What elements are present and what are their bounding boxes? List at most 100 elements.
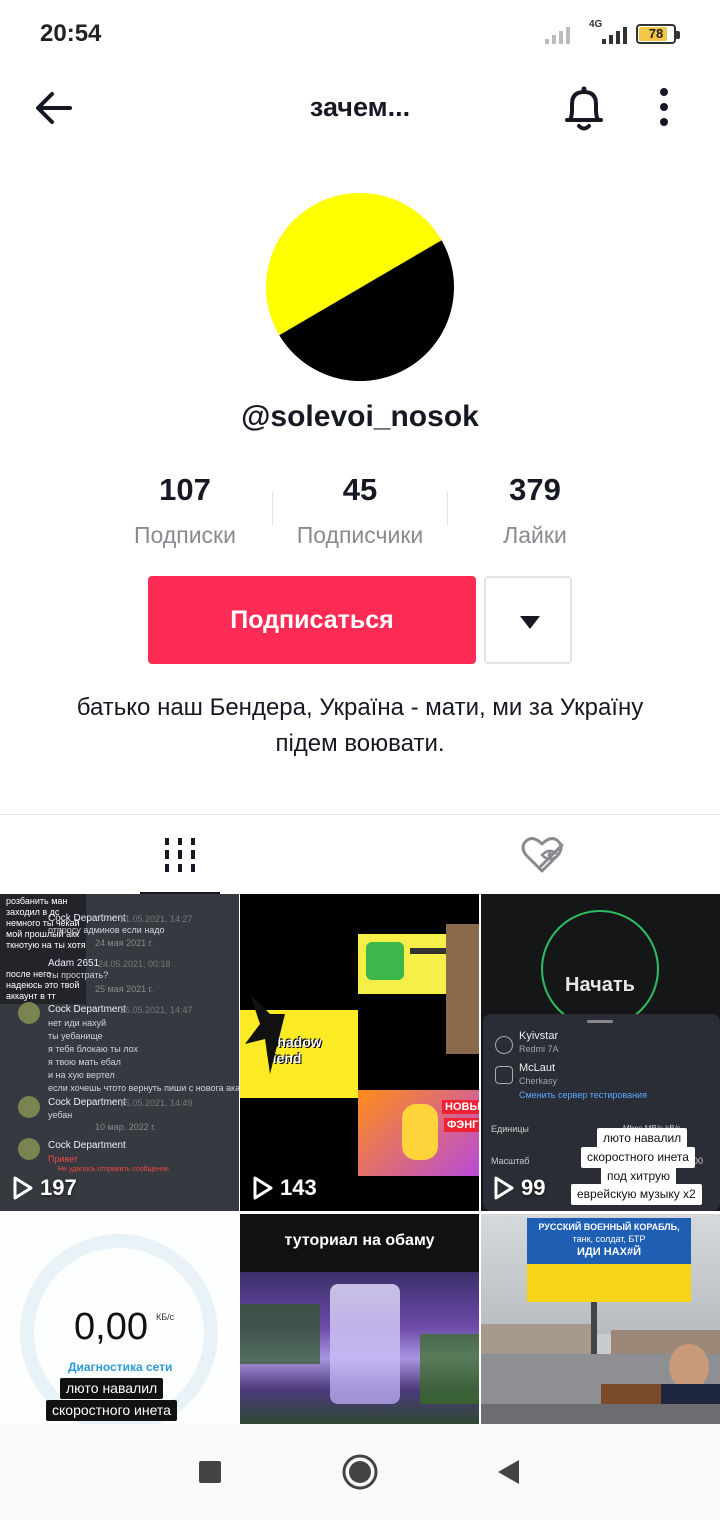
chat-text: розбанить ман [6, 896, 68, 906]
view-count-text: 99 [521, 1175, 546, 1200]
stat-followers-count: 45 [342, 472, 378, 507]
follow-button[interactable]: Подписаться [148, 576, 476, 664]
stat-likes-count: 379 [509, 472, 561, 507]
more-vertical-icon [660, 88, 668, 126]
stat-following[interactable]: 107 Подписки [85, 472, 285, 549]
signal-icon-sim2 [602, 24, 627, 44]
ground [481, 1404, 720, 1424]
view-count: 99 [493, 1175, 545, 1201]
play-icon [13, 1176, 33, 1200]
chat-author: Cock Department [48, 1004, 126, 1015]
chat-message: ты уебанище [48, 1031, 103, 1041]
chat-text: после него [6, 969, 52, 979]
chat-date: 10 мар. 2022 г. [95, 1122, 156, 1132]
video-caption: лютo навалил [60, 1378, 164, 1399]
chat-avatar [18, 1002, 40, 1024]
video-caption: скоростного инета [581, 1147, 695, 1168]
video-thumbnail[interactable]: РУССКИЙ ВОЕННЫЙ КОРАБЛЬ, танк, солдат, Б… [481, 1214, 720, 1424]
speedtest-units-label: Единицы [491, 1124, 529, 1134]
speedtest-device: Redmi 7A [519, 1044, 559, 1054]
chat-message: ты прострать? [48, 970, 109, 980]
back-nav-button[interactable] [486, 1448, 534, 1496]
chat-date: 25 мая 2021 г. [95, 984, 154, 994]
suggested-accounts-button[interactable] [484, 576, 572, 664]
video-caption: еврейскую музыку x2 [571, 1184, 702, 1205]
chat-date: 21.05.2021, 14:27 [120, 914, 193, 924]
chat-message: нет иди нахуй [48, 1018, 107, 1028]
tab-liked[interactable] [360, 815, 720, 895]
page-title: зачем... [309, 92, 411, 122]
chat-text: ткнотую на ты хотя [6, 940, 86, 950]
stat-following-count: 107 [159, 472, 211, 507]
signal-icon-sim1 [545, 24, 570, 44]
video-thumbnail[interactable]: розбанить ман заходил в дс немного ты чё… [0, 894, 239, 1211]
triangle-back-icon [498, 1460, 519, 1484]
avatar[interactable] [266, 193, 454, 381]
foliage [240, 1304, 320, 1364]
game-text: ФЭНГ [444, 1118, 479, 1132]
recents-button[interactable] [186, 1448, 234, 1496]
foliage [420, 1334, 479, 1404]
play-icon [494, 1176, 514, 1200]
change-server-link: Сменить сервер тестирования [519, 1090, 647, 1100]
heart-hidden-icon [521, 837, 564, 873]
profile-bio: батько наш Бендера, Україна - мати, ми з… [76, 694, 644, 757]
view-count: 143 [252, 1175, 317, 1201]
game-card: НОВЫЙ ФЭНГ [358, 1090, 479, 1176]
chat-message: Привет [48, 1154, 79, 1164]
speedtest-ring [541, 910, 659, 1028]
more-options-button[interactable] [644, 82, 684, 134]
game-card [358, 934, 458, 994]
bell-icon [565, 86, 603, 131]
video-thumbnail[interactable]: туториал на обаму [240, 1214, 479, 1424]
status-time: 20:54 [40, 20, 102, 47]
view-count: 197 [12, 1175, 77, 1201]
video-caption: лютo навалил [597, 1128, 688, 1149]
circle-icon [342, 1454, 378, 1490]
game-text: НОВЫЙ [442, 1100, 479, 1114]
chat-message: и на хую вертел [48, 1070, 115, 1080]
video-thumbnail[interactable]: Начать Kyivstar Redmi 7A McLaut Cherkasy… [481, 894, 720, 1211]
chat-message: отпросу админов если надо [48, 925, 165, 935]
profile-header: зачем... [0, 70, 720, 146]
speed-unit: КБ/с [156, 1312, 175, 1322]
home-button[interactable] [336, 1448, 384, 1496]
waterfall [330, 1284, 400, 1404]
bench [601, 1384, 661, 1404]
chat-author: Cock Department [48, 913, 126, 924]
avatar-image [266, 193, 454, 381]
stat-followers[interactable]: 45 Подписчики [260, 472, 460, 549]
chat-message: я твою мать ебал [48, 1057, 121, 1067]
chat-message: я тебя блокаю ты лох [48, 1044, 138, 1054]
system-nav-bar [0, 1424, 720, 1520]
view-count-text: 197 [40, 1175, 77, 1200]
caret-down-icon [520, 616, 540, 629]
chat-message: если хочешь чтото вернуть пиши с новога … [48, 1083, 239, 1093]
view-count-text: 143 [280, 1175, 317, 1200]
video-thumbnail[interactable]: Shadow fiend НОВЫЙ ФЭНГ 143 [240, 894, 479, 1211]
battery-icon: 78 [636, 24, 680, 44]
chat-author: Adam 2651 [48, 958, 100, 969]
notifications-button[interactable] [560, 82, 608, 134]
tab-videos[interactable] [0, 815, 360, 895]
chat-avatar [18, 1096, 40, 1118]
square-icon [199, 1461, 221, 1483]
speedtest-scale-label: Масштаб [491, 1156, 530, 1166]
profile-tabs [0, 814, 720, 895]
billboard: РУССКИЙ ВОЕННЫЙ КОРАБЛЬ, танк, солдат, Б… [527, 1218, 691, 1302]
video-grid: розбанить ман заходил в дс немного ты чё… [0, 894, 720, 1424]
video-thumbnail[interactable]: 0,00 КБ/с Диагностика сети лютo навалил … [0, 1214, 239, 1424]
speedtest-start-label: Начать [565, 974, 635, 996]
chat-text: аккаунт в тт [6, 991, 56, 1001]
stat-likes-label: Лайки [503, 522, 567, 548]
chat-message: уебан [48, 1110, 73, 1120]
chat-author: Cock Department [48, 1140, 126, 1151]
stat-likes[interactable]: 379 Лайки [435, 472, 635, 549]
billboard-text: РУССКИЙ ВОЕННЫЙ КОРАБЛЬ, [538, 1222, 680, 1232]
game-character [240, 994, 285, 1074]
network-type: 4G [589, 19, 603, 30]
chat-error: Не удалось отправить сообщение [58, 1166, 169, 1173]
battery-level: 78 [648, 26, 664, 41]
chat-avatar [18, 1138, 40, 1160]
chat-date: 25.05.2021, 14:47 [120, 1005, 193, 1015]
